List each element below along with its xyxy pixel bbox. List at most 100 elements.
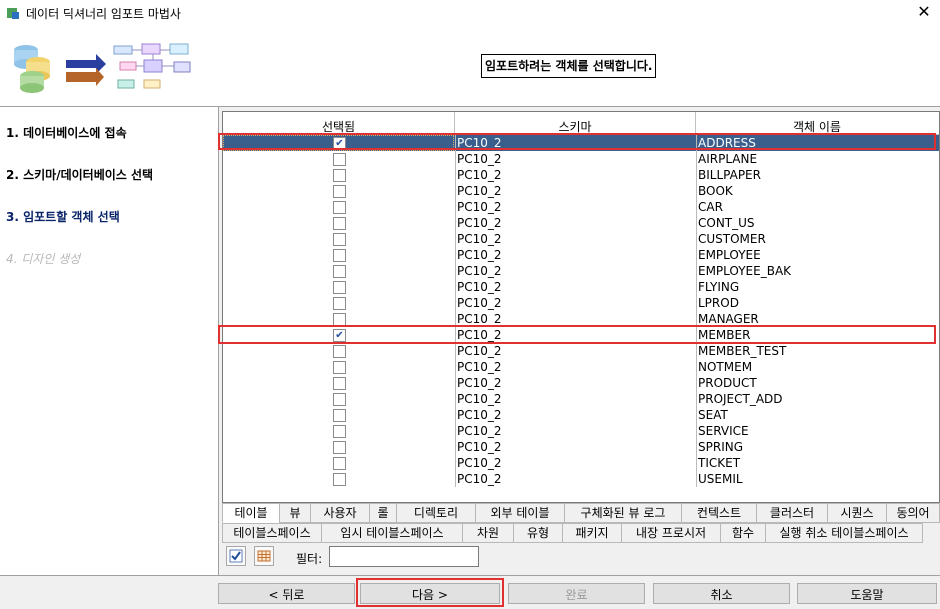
- schema-cell: PC10_2: [455, 199, 696, 215]
- object-name-text: USEMIL: [698, 472, 743, 486]
- selected-cell: ✔: [223, 135, 454, 151]
- row-checkbox[interactable]: [333, 169, 346, 182]
- row-checkbox[interactable]: [333, 201, 346, 214]
- tab-item[interactable]: 롤: [369, 503, 397, 523]
- row-checkbox[interactable]: [333, 281, 346, 294]
- table-row[interactable]: PC10_2 AIRPLANE: [223, 151, 939, 167]
- help-button[interactable]: 도움말: [797, 583, 937, 604]
- table-row[interactable]: PC10_2 FLYING: [223, 279, 939, 295]
- selected-cell: [223, 263, 454, 279]
- back-button[interactable]: < 뒤로: [218, 583, 355, 604]
- filter-input[interactable]: [329, 546, 479, 567]
- select-all-button[interactable]: [226, 546, 246, 566]
- object-name-cell: TICKET: [696, 455, 937, 471]
- object-name-cell: BOOK: [696, 183, 937, 199]
- row-checkbox[interactable]: [333, 473, 346, 486]
- table-row[interactable]: PC10_2 MANAGER: [223, 311, 939, 327]
- column-selected-header[interactable]: 선택됨: [223, 112, 455, 134]
- table-row[interactable]: PC10_2 SERVICE: [223, 423, 939, 439]
- row-checkbox[interactable]: ✔: [333, 137, 346, 150]
- finish-button[interactable]: 완료: [508, 583, 645, 604]
- tab-item[interactable]: 사용자: [310, 503, 370, 523]
- row-checkbox[interactable]: [333, 185, 346, 198]
- table-row[interactable]: PC10_2 NOTMEM: [223, 359, 939, 375]
- object-name-text: FLYING: [698, 280, 740, 294]
- table-row[interactable]: PC10_2 MEMBER_TEST: [223, 343, 939, 359]
- table-row[interactable]: PC10_2 LPROD: [223, 295, 939, 311]
- column-schema-header[interactable]: 스키마: [455, 112, 696, 134]
- row-checkbox[interactable]: [333, 361, 346, 374]
- row-checkbox[interactable]: [333, 233, 346, 246]
- row-checkbox[interactable]: [333, 377, 346, 390]
- object-name-cell: USEMIL: [696, 471, 937, 487]
- row-checkbox[interactable]: [333, 217, 346, 230]
- next-button[interactable]: 다음 >: [360, 583, 500, 604]
- row-checkbox[interactable]: [333, 409, 346, 422]
- grid-view-button[interactable]: [254, 546, 274, 566]
- table-row[interactable]: PC10_2 PROJECT_ADD: [223, 391, 939, 407]
- tab-item[interactable]: 시퀀스: [827, 503, 887, 523]
- tab-item[interactable]: 테이블스페이스: [222, 523, 322, 543]
- row-checkbox[interactable]: [333, 265, 346, 278]
- schema-cell: PC10_2: [455, 215, 696, 231]
- selected-cell: [223, 439, 454, 455]
- table-row[interactable]: ✔ PC10_2 ADDRESS: [223, 135, 939, 151]
- tab-item[interactable]: 디렉토리: [396, 503, 476, 523]
- row-checkbox[interactable]: [333, 345, 346, 358]
- object-name-text: LPROD: [698, 296, 739, 310]
- tab-item[interactable]: 차원: [462, 523, 514, 543]
- row-checkbox[interactable]: [333, 153, 346, 166]
- tab-item[interactable]: 외부 테이블: [475, 503, 565, 523]
- schema-cell: PC10_2: [455, 359, 696, 375]
- tab-item[interactable]: 테이블: [222, 503, 280, 523]
- tab-item[interactable]: 유형: [513, 523, 563, 543]
- row-checkbox[interactable]: [333, 457, 346, 470]
- tab-item[interactable]: 클러스터: [756, 503, 828, 523]
- selected-cell: [223, 311, 454, 327]
- table-row[interactable]: PC10_2 USEMIL: [223, 471, 939, 487]
- row-checkbox[interactable]: [333, 441, 346, 454]
- tab-item[interactable]: 컨텍스트: [681, 503, 757, 523]
- tab-item[interactable]: 임시 테이블스페이스: [321, 523, 463, 543]
- selected-cell: [223, 375, 454, 391]
- row-checkbox[interactable]: [333, 313, 346, 326]
- filter-bar: 필터:: [222, 543, 938, 573]
- table-row[interactable]: PC10_2 EMPLOYEE_BAK: [223, 263, 939, 279]
- column-object-name-header[interactable]: 객체 이름: [696, 112, 938, 134]
- table-row[interactable]: PC10_2 TICKET: [223, 455, 939, 471]
- schema-text: PC10_2: [457, 296, 502, 310]
- table-row[interactable]: PC10_2 SEAT: [223, 407, 939, 423]
- tab-item[interactable]: 내장 프로시저: [621, 523, 721, 543]
- row-checkbox[interactable]: ✔: [333, 329, 346, 342]
- table-row[interactable]: PC10_2 CUSTOMER: [223, 231, 939, 247]
- row-checkbox[interactable]: [333, 393, 346, 406]
- schema-text: PC10_2: [457, 344, 502, 358]
- object-name-cell: BILLPAPER: [696, 167, 937, 183]
- table-row[interactable]: PC10_2 BILLPAPER: [223, 167, 939, 183]
- selected-cell: [223, 359, 454, 375]
- object-grid[interactable]: 선택됨 스키마 객체 이름 ✔ PC10_2 ADDRESS PC10_2 AIRPLA…: [222, 111, 940, 503]
- tab-item[interactable]: 동의어: [886, 503, 940, 523]
- tab-item[interactable]: 실행 취소 테이블스페이스: [765, 523, 923, 543]
- object-name-cell: CONT_US: [696, 215, 937, 231]
- table-row[interactable]: ✔ PC10_2 MEMBER: [223, 327, 939, 343]
- tab-item[interactable]: 패키지: [562, 523, 622, 543]
- tab-item[interactable]: 구체화된 뷰 로그: [564, 503, 682, 523]
- schema-cell: PC10_2: [455, 263, 696, 279]
- tab-item[interactable]: 뷰: [279, 503, 311, 523]
- table-row[interactable]: PC10_2 CAR: [223, 199, 939, 215]
- tab-item[interactable]: 함수: [720, 523, 766, 543]
- row-checkbox[interactable]: [333, 297, 346, 310]
- table-row[interactable]: PC10_2 EMPLOYEE: [223, 247, 939, 263]
- object-name-cell: MEMBER: [696, 327, 937, 343]
- step-generate-design: 4. 디자인 생성: [6, 252, 81, 266]
- schema-text: PC10_2: [457, 264, 502, 278]
- table-row[interactable]: PC10_2 SPRING: [223, 439, 939, 455]
- table-row[interactable]: PC10_2 BOOK: [223, 183, 939, 199]
- row-checkbox[interactable]: [333, 249, 346, 262]
- cancel-button[interactable]: 취소: [653, 583, 790, 604]
- row-checkbox[interactable]: [333, 425, 346, 438]
- table-row[interactable]: PC10_2 PRODUCT: [223, 375, 939, 391]
- table-row[interactable]: PC10_2 CONT_US: [223, 215, 939, 231]
- close-icon[interactable]: ✕: [914, 2, 934, 22]
